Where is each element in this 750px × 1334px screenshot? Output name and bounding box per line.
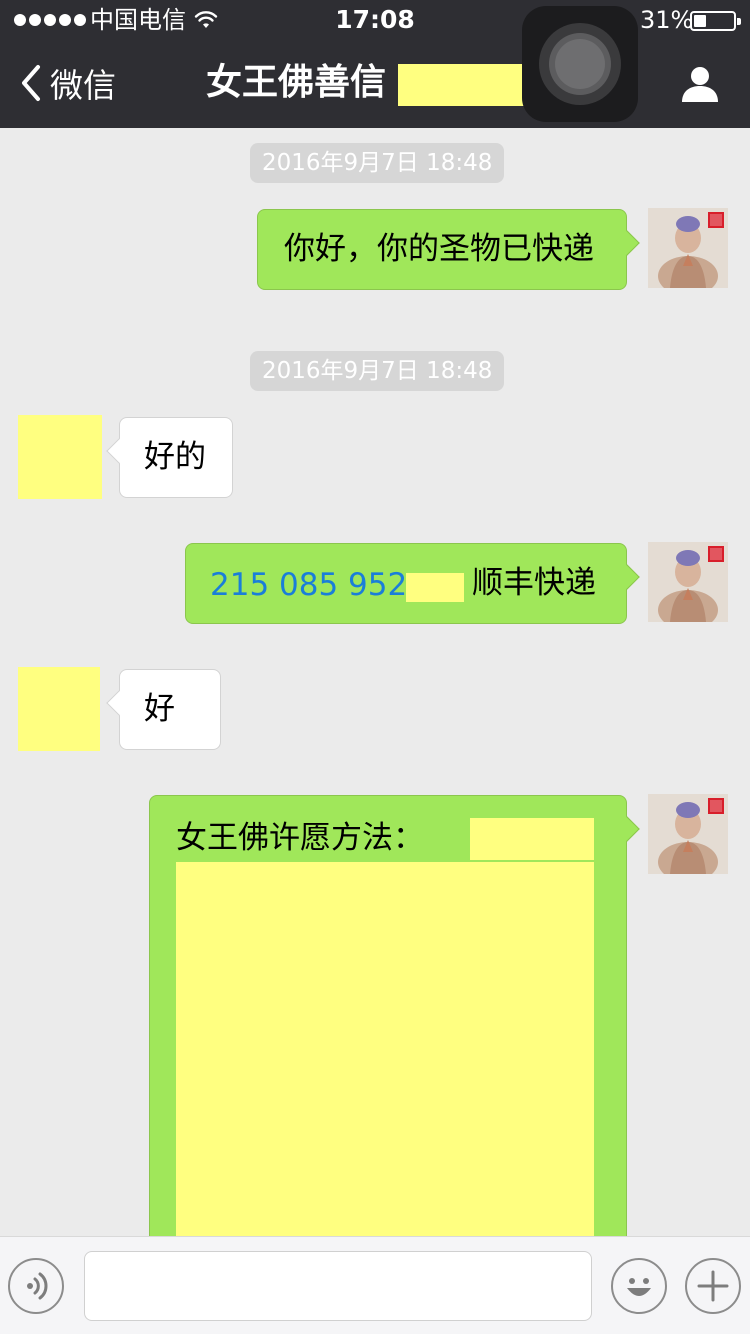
- message-text: 你好，你的圣物已快递: [284, 231, 594, 267]
- avatar[interactable]: [18, 667, 100, 751]
- message-text: 好的: [144, 439, 206, 475]
- battery-icon: [690, 11, 741, 31]
- emoji-button[interactable]: [611, 1258, 667, 1314]
- avatar[interactable]: [648, 542, 728, 622]
- assistive-touch-button[interactable]: [522, 6, 638, 122]
- avatar[interactable]: [18, 415, 102, 499]
- outgoing-message[interactable]: 女王佛许愿方法：: [149, 795, 640, 1256]
- message-text: 顺丰快递: [472, 565, 596, 601]
- incoming-message[interactable]: 好: [106, 669, 221, 750]
- chat-title: 女王佛善信: [206, 62, 387, 103]
- outgoing-message[interactable]: 你好，你的圣物已快递: [257, 209, 640, 290]
- redacted-block: [406, 573, 464, 602]
- message-input[interactable]: [84, 1251, 592, 1321]
- person-icon[interactable]: [680, 64, 720, 104]
- input-bar: [0, 1236, 750, 1334]
- back-label: 微信: [50, 66, 116, 105]
- message-timestamp: 2016年9月7日 18:48: [250, 143, 505, 183]
- buddha-avatar-icon: [648, 794, 728, 874]
- message-text: 好: [144, 691, 175, 727]
- back-button[interactable]: 微信: [18, 58, 116, 108]
- voice-button[interactable]: [8, 1258, 64, 1314]
- chevron-left-icon: [22, 65, 40, 101]
- voice-icon: [27, 1272, 48, 1300]
- message-timestamp: 2016年9月7日 18:48: [250, 351, 505, 391]
- avatar[interactable]: [648, 208, 728, 288]
- avatar[interactable]: [648, 794, 728, 874]
- add-button[interactable]: [685, 1258, 741, 1314]
- buddha-avatar-icon: [648, 542, 728, 622]
- message-text: 女王佛许愿方法：: [176, 820, 424, 856]
- emoji-icon: [627, 1278, 651, 1296]
- redacted-block: [470, 818, 594, 860]
- plus-icon: [697, 1270, 729, 1302]
- redacted-block: [176, 862, 594, 1256]
- battery-percent: 31%: [640, 6, 694, 34]
- incoming-message[interactable]: 好的: [106, 417, 233, 498]
- outgoing-message[interactable]: 215 085 952 顺丰快递: [185, 543, 640, 624]
- tracking-number-link[interactable]: 215 085 952: [210, 563, 407, 607]
- buddha-avatar-icon: [648, 208, 728, 288]
